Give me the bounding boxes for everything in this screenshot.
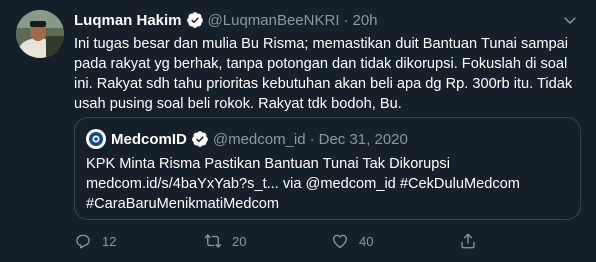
quoted-text-line: KPK Minta Risma Pastikan Bantuan Tunai T… (86, 156, 450, 172)
tweet-text-line: pada rakyat yg berhak, tanpa potongan da… (74, 56, 568, 72)
like-button[interactable]: 40 (331, 230, 373, 252)
tweet-text: Ini tugas besar dan mulia Bu Risma; mema… (74, 34, 579, 114)
retweet-icon (204, 234, 222, 248)
retweet-button[interactable]: 20 (204, 230, 246, 252)
medcom-logo-icon (89, 132, 103, 146)
like-count: 40 (359, 233, 374, 249)
more-options-button[interactable] (558, 8, 582, 32)
separator-dot: · (343, 11, 349, 29)
tweet-header: Luqman Hakim @LuqmanBeeNKRI · 20h (74, 10, 378, 30)
quoted-text-line: medcom.id/s/4baYxYab?s_t... via @medcom_… (86, 176, 520, 192)
quoted-tweet-date: Dec 31, 2020 (318, 130, 408, 148)
author-name[interactable]: Luqman Hakim (74, 12, 182, 29)
verified-badge-icon (186, 11, 204, 29)
retweet-count: 20 (232, 233, 247, 249)
tweet-time[interactable]: 20h (353, 12, 378, 29)
chevron-down-icon (564, 17, 576, 25)
reply-icon (76, 234, 90, 249)
tweet-text-line: ini. Rakyat sdh tahu prioritas kebutuhan… (74, 76, 573, 92)
reply-button[interactable]: 12 (74, 230, 116, 252)
tweet-actions: 12 20 40 (74, 230, 579, 252)
tweet-text-line: usah pusing soal beli rokok. Rakyat tdk … (74, 96, 402, 112)
separator-dot: · (309, 130, 315, 148)
verified-badge-icon (191, 130, 209, 148)
quoted-author-avatar[interactable] (86, 129, 106, 149)
quoted-text-line: #CaraBaruMenikmatiMedcom (86, 196, 280, 212)
share-icon (461, 233, 475, 249)
quoted-author-handle: @medcom_id (212, 130, 306, 148)
tweet-text-line: Ini tugas besar dan mulia Bu Risma; mema… (74, 36, 569, 52)
share-button[interactable] (459, 230, 477, 252)
quoted-tweet-header: MedcomID @medcom_id · Dec 31, 2020 (86, 129, 408, 149)
quoted-author-name: MedcomID (111, 130, 187, 148)
avatar-photo-icon (16, 10, 64, 58)
author-handle[interactable]: @LuqmanBeeNKRI (208, 12, 340, 29)
quoted-tweet-text: KPK Minta Risma Pastikan Bantuan Tunai T… (86, 154, 566, 214)
author-avatar[interactable] (16, 10, 64, 58)
reply-count: 12 (102, 233, 117, 249)
quoted-tweet[interactable]: MedcomID @medcom_id · Dec 31, 2020 KPK M… (74, 117, 581, 220)
heart-icon (332, 234, 348, 249)
tweet[interactable]: Luqman Hakim @LuqmanBeeNKRI · 20h Ini tu… (0, 0, 596, 262)
